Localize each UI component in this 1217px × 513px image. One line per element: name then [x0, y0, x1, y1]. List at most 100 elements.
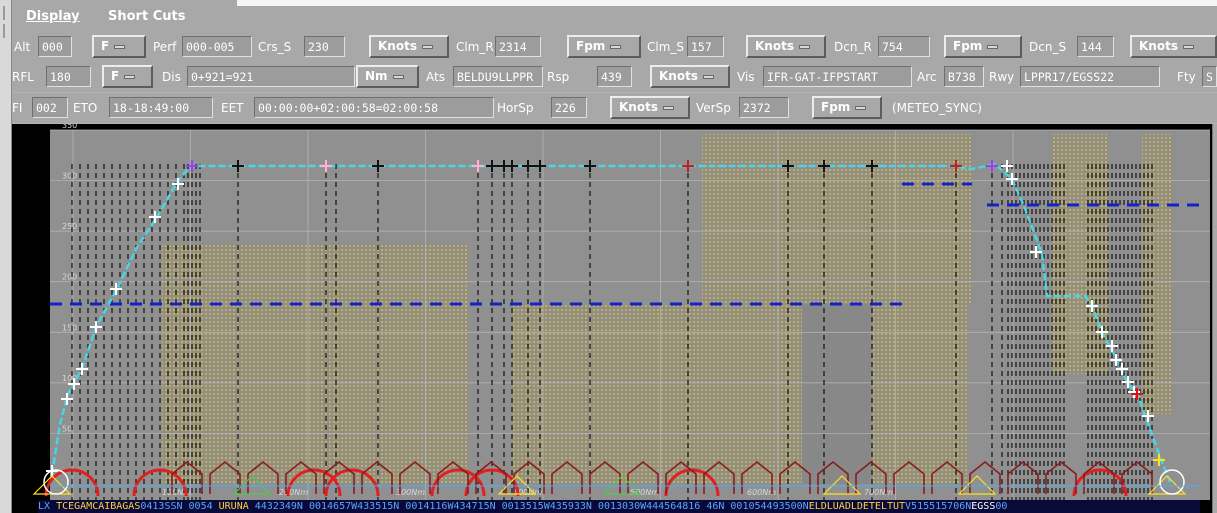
dcn-s-label: Dcn_S: [1029, 40, 1067, 54]
dis-unit-button[interactable]: Nm: [356, 65, 419, 88]
x-tick-label: 700Nm: [864, 488, 893, 497]
restricted-area: [1142, 134, 1172, 414]
waypoint-strip-segment: 93500N: [772, 501, 809, 512]
versp-unit-button[interactable]: Fpm: [812, 96, 882, 119]
fi-field[interactable]: 002: [32, 97, 68, 118]
crs-unit-button[interactable]: Knots: [369, 35, 449, 58]
rfl-unit-label: F: [111, 69, 120, 83]
fi-label: FI: [12, 101, 23, 115]
menu-bar: Display Short Cuts: [12, 0, 237, 32]
dcn-r-unit-label: Fpm: [953, 39, 983, 53]
y-tick-label: 300: [62, 172, 77, 181]
clm-r-field[interactable]: 2314: [495, 36, 541, 57]
eet-field[interactable]: 00:00:00+02:00:58=02:00:58: [254, 97, 494, 118]
vertical-profile-view[interactable]: 35030025020015010050 100Nm200Nm300Nm400N…: [12, 124, 1217, 513]
crs-s-label: Crs_S: [258, 40, 292, 54]
edge-tick: [3, 6, 5, 20]
clm-s-field[interactable]: 157: [687, 36, 724, 57]
versp-label: VerSp: [696, 101, 731, 115]
horsp-field[interactable]: 226: [551, 97, 587, 118]
rsp-field[interactable]: 439: [597, 66, 632, 87]
eto-field[interactable]: 18-18:49:00: [109, 97, 213, 118]
crs-s-field[interactable]: 230: [304, 36, 345, 57]
dcn-r-field[interactable]: 754: [878, 36, 930, 57]
rwy-label: Rwy: [989, 70, 1015, 84]
clm-s-unit-button[interactable]: Knots: [746, 35, 826, 58]
meteo-sync-status: (METEO_SYNC): [892, 101, 982, 115]
rsp-unit-label: Knots: [659, 69, 698, 83]
waypoint-strip-segment: 0054: [182, 501, 219, 512]
waypoint-strip-segment: CAIBAGAS: [92, 501, 141, 512]
y-tick-label: 150: [62, 323, 77, 332]
horsp-label: HorSp: [497, 101, 534, 115]
vis-label: Vis: [737, 70, 755, 84]
versp-field[interactable]: 2372: [739, 97, 789, 118]
left-edge-panel: [0, 0, 12, 513]
dcn-r-label: Dcn_R: [834, 40, 872, 54]
waypoint-name-strip: LX TCEGAMCAIBAGAS0413SSN 0054 URUNA 4432…: [38, 500, 1200, 513]
waypoint-strip-segment: ADLDETELTUT: [838, 501, 906, 512]
rfl-unit-button[interactable]: F: [102, 65, 153, 88]
fty-field[interactable]: S: [1202, 66, 1217, 87]
waypoint-strip-segment: 0013030W444564816 46N: [597, 501, 731, 512]
vertical-scrollbar[interactable]: [1212, 124, 1217, 513]
parameters-row-2: RFL 180 F Dis 0+921=921 Nm Ats BELDU9LLP…: [12, 62, 1217, 92]
alt-unit-button[interactable]: F: [92, 35, 146, 58]
restricted-area: [872, 134, 967, 484]
crs-unit-label: Knots: [378, 39, 417, 53]
option-indicator-icon: [610, 44, 622, 49]
rwy-field[interactable]: LPPR17/EGSS22: [1020, 66, 1160, 87]
dcn-s-field[interactable]: 144: [1077, 36, 1114, 57]
eto-label: ETO: [73, 101, 98, 115]
clm-r-unit-button[interactable]: Fpm: [567, 35, 641, 58]
waypoint-strip-segment: URUNA: [218, 501, 249, 512]
menu-shortcuts[interactable]: Short Cuts: [108, 9, 185, 24]
option-indicator-icon: [1182, 44, 1194, 49]
arc-field[interactable]: B738: [944, 66, 984, 87]
option-indicator-icon: [987, 44, 999, 49]
option-indicator-icon: [124, 74, 136, 79]
gap-area: [802, 304, 872, 484]
option-indicator-icon: [662, 105, 674, 110]
restricted-area: [702, 134, 792, 484]
versp-unit-label: Fpm: [821, 100, 851, 114]
parameters-row-3: FI 002 ETO 18-18:49:00 EET 00:00:00+02:0…: [12, 93, 1217, 123]
waypoint-strip-segment: 0014657W433515N: [308, 501, 406, 512]
option-indicator-icon: [702, 74, 714, 79]
alt-field[interactable]: 000: [38, 36, 72, 57]
ats-label: Ats: [426, 70, 445, 84]
dcn-r-unit-button[interactable]: Fpm: [944, 35, 1022, 58]
waypoint-strip-segment: 00: [995, 501, 1008, 512]
vertical-profile-chart[interactable]: 35030025020015010050 100Nm200Nm300Nm400N…: [12, 124, 1212, 513]
rfl-label: RFL: [12, 70, 34, 84]
waypoint-strip-segment: V515515706N: [905, 501, 972, 512]
restricted-area: [162, 244, 467, 484]
y-tick-label: 250: [62, 222, 77, 231]
y-tick-label: 50: [62, 424, 72, 433]
dis-label: Dis: [162, 70, 181, 84]
waypoint-strip-segment: SSN: [164, 501, 183, 512]
horsp-unit-button[interactable]: Knots: [610, 96, 690, 119]
vis-field[interactable]: IFR-GAT-IFPSTART: [763, 66, 912, 87]
horsp-unit-label: Knots: [619, 100, 658, 114]
parameters-row-1: Alt 000 F Perf 000-005 Crs_S 230 Knots C…: [12, 32, 1217, 62]
arc-label: Arc: [917, 70, 937, 84]
edge-tick: [3, 24, 5, 38]
waypoint-strip-segment: EGSS: [971, 501, 996, 512]
menu-display[interactable]: Display: [26, 9, 80, 24]
perf-label: Perf: [153, 40, 177, 54]
option-indicator-icon: [798, 44, 810, 49]
waypoint-strip-segment: 0014116W434715N: [405, 501, 502, 512]
ats-field[interactable]: BELDU9LLPPR: [453, 66, 543, 87]
clm-r-unit-label: Fpm: [576, 39, 606, 53]
dcn-s-unit-button[interactable]: Knots: [1130, 35, 1217, 58]
waypoint-strip-segment: ELDLU: [808, 501, 839, 512]
dis-field[interactable]: 0+921=921: [187, 66, 355, 87]
eet-label: EET: [221, 101, 244, 115]
rsp-unit-button[interactable]: Knots: [650, 65, 730, 88]
fty-label: Fty: [1177, 70, 1196, 84]
alt-unit-label: F: [101, 39, 110, 53]
option-indicator-icon: [855, 105, 867, 110]
rfl-field[interactable]: 180: [46, 66, 91, 87]
perf-field[interactable]: 000-005: [182, 36, 252, 57]
